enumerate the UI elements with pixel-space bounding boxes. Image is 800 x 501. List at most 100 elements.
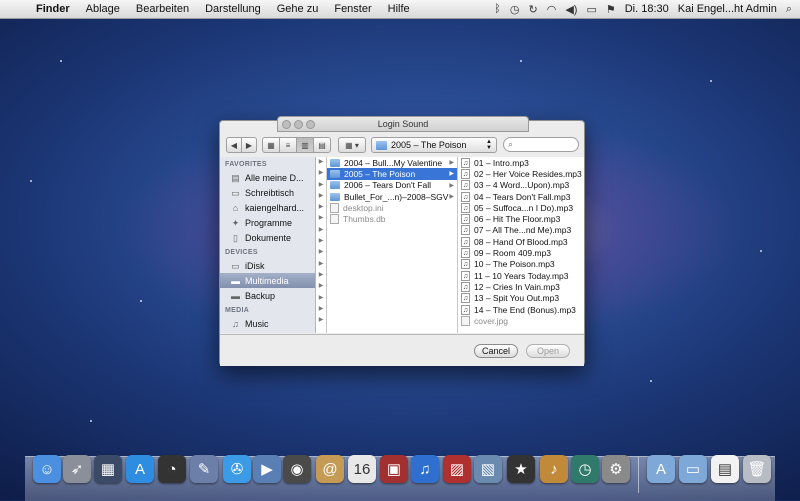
chevron-right-icon: ▶ <box>449 182 454 189</box>
trash-icon[interactable]: 🗑 <box>743 455 771 483</box>
sidebar-item-applications[interactable]: ✦ Programme <box>220 215 315 230</box>
list-item[interactable]: ♫ 03 – 4 Word...Upon).mp3 <box>458 180 584 191</box>
sidebar-item-all-files[interactable]: ▤ Alle meine D... <box>220 170 315 185</box>
list-item[interactable]: ♫ 06 – Hit The Floor.mp3 <box>458 213 584 225</box>
list-item[interactable]: ♫ 13 – Spit You Out.mp3 <box>458 293 584 304</box>
sidebar: FAVORITES ▤ Alle meine D... ▭ Schreibtisch… <box>220 157 316 333</box>
menu-darstellung[interactable]: Darstellung <box>197 0 269 18</box>
item-label: cover.jpg <box>474 315 509 326</box>
minimize-window-icon[interactable] <box>294 120 303 129</box>
close-window-icon[interactable] <box>282 120 291 129</box>
coverflow-view-button[interactable]: ▤ <box>313 137 331 153</box>
launchpad-icon[interactable]: ➶ <box>63 455 91 483</box>
sidebar-item-label: Programme <box>245 217 293 228</box>
column-folders: 2004 – Bull...My Valentine ▶ 2005 – The P… <box>327 157 458 333</box>
preview-icon[interactable]: ✎ <box>190 455 218 483</box>
flag-icon[interactable]: ⚑ <box>606 3 616 16</box>
menubar-clock[interactable]: Di. 18:30 <box>625 3 669 15</box>
safari-icon[interactable]: ✇ <box>223 455 251 483</box>
list-view-button[interactable]: ≡ <box>279 137 297 153</box>
item-label: Thumbs.db <box>343 214 386 225</box>
app-store-icon[interactable]: A <box>126 455 154 483</box>
column-parent[interactable]: ▶ ▶ ▶ ▶ ▶ ▶ ▶ ▶ ▶ ▶ ▶ ▶ ▶ ▶ ▶ <box>316 157 327 333</box>
applications-icon: ✦ <box>231 217 240 228</box>
camera-icon[interactable]: ◉ <box>283 455 311 483</box>
iphoto-icon[interactable]: ▧ <box>474 455 502 483</box>
finder-icon[interactable]: ☺ <box>33 455 61 483</box>
list-item[interactable]: 2005 – The Poison ▶ <box>327 168 457 180</box>
folder-icon <box>330 192 340 201</box>
list-item[interactable]: ♫ 11 – 10 Years Today.mp3 <box>458 270 584 281</box>
menu-ablage[interactable]: Ablage <box>78 0 128 18</box>
popup-arrows-icon: ▲ ▼ <box>486 139 492 151</box>
documents-folder-icon[interactable]: ▭ <box>679 455 707 483</box>
spotlight-icon[interactable]: ⌕ <box>786 3 792 16</box>
address-book-icon[interactable]: @ <box>316 455 344 483</box>
path-popup[interactable]: 2005 – The Poison ▲ ▼ <box>371 137 497 153</box>
chevron-right-icon: ▶ <box>449 160 454 167</box>
list-item[interactable]: ♫ 14 – The End (Bonus).mp3 <box>458 304 584 315</box>
time-machine-status-icon[interactable]: ◷ <box>510 3 520 16</box>
sidebar-item-desktop[interactable]: ▭ Schreibtisch <box>220 185 315 200</box>
system-preferences-icon[interactable]: ⚙ <box>602 455 630 483</box>
sidebar-item-home[interactable]: ⌂ kaiengelhard... <box>220 200 315 215</box>
forward-button[interactable]: ▶ <box>241 137 257 153</box>
sidebar-item-idisk[interactable]: ▭ iDisk <box>220 258 315 273</box>
sidebar-item-documents[interactable]: ▯ Dokumente <box>220 230 315 245</box>
document-icon[interactable]: ▤ <box>711 455 739 483</box>
dialog-button-bar: Cancel Open <box>220 334 584 366</box>
wifi-icon[interactable]: ◠ <box>547 3 557 16</box>
sidebar-item-music[interactable]: ♫ Music <box>220 316 315 331</box>
icon-view-button[interactable]: ▦ <box>262 137 280 153</box>
mission-control-icon[interactable]: ▦ <box>94 455 122 483</box>
sidebar-item-multimedia[interactable]: ▬ Multimedia <box>220 273 315 288</box>
cancel-button[interactable]: Cancel <box>474 344 518 358</box>
item-label: 01 – Intro.mp3 <box>474 157 529 168</box>
sidebar-item-backup[interactable]: ▬ Backup <box>220 288 315 303</box>
battery-icon[interactable]: ▭ <box>586 3 596 16</box>
folder-icon <box>376 140 387 150</box>
list-item[interactable]: ♫ 07 – All The...nd Me).mp3 <box>458 225 584 236</box>
calendar-icon[interactable]: 16 <box>348 455 376 483</box>
list-item[interactable]: 2006 – Tears Don't Fall ▶ <box>327 180 457 191</box>
menubar-user[interactable]: Kai Engel...ht Admin <box>678 3 777 15</box>
menu-hilfe[interactable]: Hilfe <box>380 0 418 18</box>
list-item[interactable]: ♫ 12 – Cries In Vain.mp3 <box>458 281 584 292</box>
bluetooth-icon[interactable]: ᛒ <box>494 3 501 15</box>
facetime-icon[interactable]: ▶ <box>253 455 281 483</box>
volume-icon[interactable]: ◀) <box>565 3 577 16</box>
sync-icon[interactable]: ↻ <box>529 3 538 16</box>
list-item[interactable]: ♫ 04 – Tears Don't Fall.mp3 <box>458 191 584 202</box>
open-button[interactable]: Open <box>526 344 570 358</box>
column-view-button[interactable]: ▥ <box>296 137 314 153</box>
item-label: 14 – The End (Bonus).mp3 <box>474 304 576 315</box>
list-item[interactable]: ♫ 08 – Hand Of Blood.mp3 <box>458 236 584 247</box>
list-item[interactable]: ♫ 02 – Her Voice Resides.mp3 <box>458 168 584 179</box>
back-button[interactable]: ◀ <box>226 137 242 153</box>
menu-app-name[interactable]: Finder <box>28 0 78 18</box>
dashboard-icon[interactable]: ◔ <box>158 455 186 483</box>
applications-folder-icon[interactable]: A <box>647 455 675 483</box>
home-icon: ⌂ <box>232 202 239 213</box>
arrange-button[interactable]: ▦ ▾ <box>338 137 366 153</box>
photo-booth-icon[interactable]: ▣ <box>380 455 408 483</box>
item-label: 2004 – Bull...My Valentine <box>344 157 443 168</box>
folder-icon <box>330 181 340 190</box>
zoom-window-icon[interactable] <box>306 120 315 129</box>
photo-viewer-icon[interactable]: ▨ <box>443 455 471 483</box>
garageband-icon[interactable]: ♪ <box>540 455 568 483</box>
menu-fenster[interactable]: Fenster <box>326 0 379 18</box>
list-item[interactable]: ♫ 09 – Room 409.mp3 <box>458 247 584 259</box>
menu-bearbeiten[interactable]: Bearbeiten <box>128 0 197 18</box>
itunes-icon[interactable]: ♫ <box>411 455 439 483</box>
list-item[interactable]: Bullet_For_...n)–2008–SGV ▶ <box>327 191 457 202</box>
list-item[interactable]: ♫ 01 – Intro.mp3 <box>458 157 584 168</box>
imovie-icon[interactable]: ★ <box>507 455 535 483</box>
list-item[interactable]: ♫ 10 – The Poison.mp3 <box>458 259 584 270</box>
sidebar-item-label: Schreibtisch <box>245 187 295 198</box>
list-item[interactable]: 2004 – Bull...My Valentine ▶ <box>327 157 457 168</box>
search-input[interactable]: ⌕ <box>503 137 579 152</box>
time-machine-icon[interactable]: ◷ <box>571 455 599 483</box>
list-item[interactable]: ♫ 05 – Suffoca...n I Do).mp3 <box>458 202 584 213</box>
menu-gehe-zu[interactable]: Gehe zu <box>269 0 327 18</box>
